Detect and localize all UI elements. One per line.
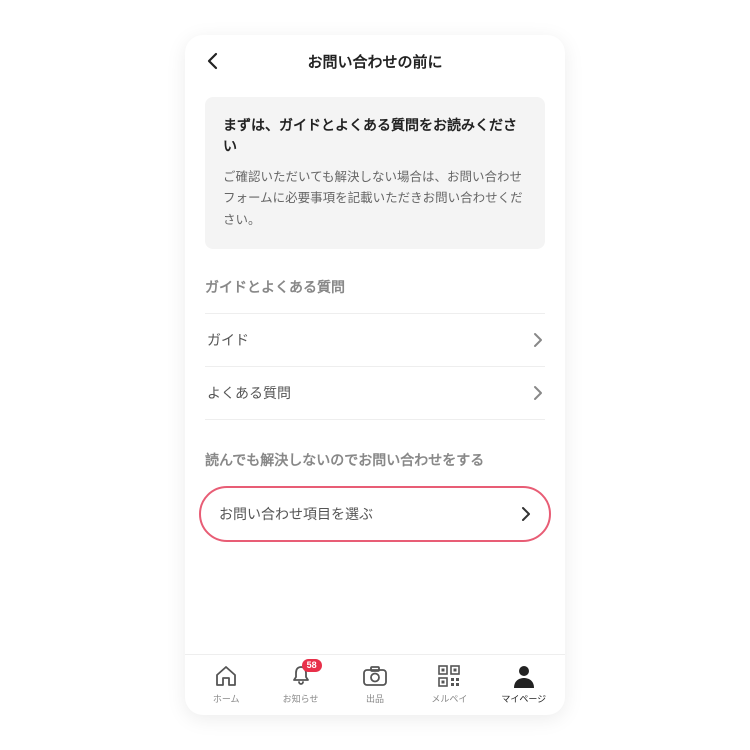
tab-merpay[interactable]: メルペイ [416,663,482,705]
tab-label: 出品 [366,692,384,705]
chevron-left-icon [206,52,220,70]
chevron-right-icon [533,385,543,401]
app-window: お問い合わせの前に まずは、ガイドとよくある質問をお読みください ご確認いただい… [185,35,565,715]
page-title: お問い合わせの前に [185,51,565,72]
section-faq-title: ガイドとよくある質問 [205,277,545,297]
info-card-title: まずは、ガイドとよくある質問をお読みください [223,115,527,157]
list-row-guide[interactable]: ガイド [205,313,545,367]
tab-home[interactable]: ホーム [193,663,259,705]
back-button[interactable] [201,49,225,73]
info-card-body: ご確認いただいても解決しない場合は、お問い合わせフォームに必要事項を記載いただき… [223,167,527,231]
camera-icon [362,663,388,689]
list-row-contact-select[interactable]: お問い合わせ項目を選ぶ [199,486,551,542]
tab-mypage[interactable]: マイページ [491,663,557,705]
tab-listing[interactable]: 出品 [342,663,408,705]
chevron-right-icon [521,506,531,522]
tab-label: メルペイ [431,692,467,705]
header-bar: お問い合わせの前に [185,35,565,87]
content-area: まずは、ガイドとよくある質問をお読みください ご確認いただいても解決しない場合は… [185,87,565,654]
chevron-right-icon [533,332,543,348]
section-contact-title: 読んでも解決しないのでお問い合わせをする [205,450,545,470]
tab-bar: ホーム 58 お知らせ 出品 メルペイ [185,654,565,715]
person-icon [511,663,537,689]
tab-notice[interactable]: 58 お知らせ [268,663,334,705]
tab-label: マイページ [501,692,546,705]
list-row-label: よくある質問 [207,383,291,403]
list-row-label: お問い合わせ項目を選ぶ [219,504,373,524]
tab-label: ホーム [213,692,240,705]
bell-icon: 58 [288,663,314,689]
info-card: まずは、ガイドとよくある質問をお読みください ご確認いただいても解決しない場合は… [205,97,545,249]
section-faq: ガイドとよくある質問 ガイド よくある質問 [205,277,545,420]
list-row-faq[interactable]: よくある質問 [205,367,545,420]
section-contact: 読んでも解決しないのでお問い合わせをする お問い合わせ項目を選ぶ [205,450,545,542]
qr-icon [436,663,462,689]
list-row-label: ガイド [207,330,249,350]
home-icon [213,663,239,689]
tab-label: お知らせ [283,692,319,705]
notification-badge: 58 [302,659,322,672]
